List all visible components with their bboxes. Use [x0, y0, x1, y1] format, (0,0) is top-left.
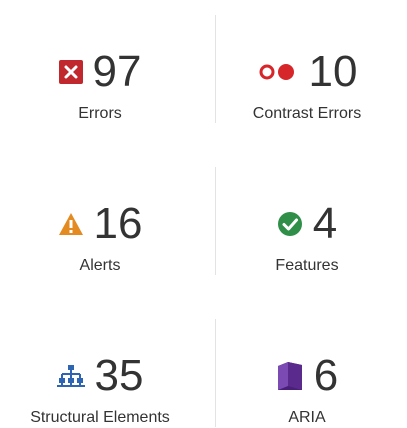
alerts-count: 16 [93, 199, 143, 248]
contrast-errors-count: 10 [308, 47, 358, 96]
features-label: Features [275, 257, 339, 274]
hierarchy-icon [56, 364, 85, 388]
check-circle-icon [277, 211, 303, 237]
summary-grid: 97 Errors 10 Contrast Errors 16 Alerts 4… [0, 0, 407, 428]
structural-elements-summary[interactable]: 35 Structural Elements [0, 352, 200, 428]
aria-summary[interactable]: 6 ARIA [207, 352, 407, 428]
errors-label: Errors [78, 105, 122, 122]
contrast-errors-metric: 10 [207, 48, 407, 96]
contrast-icon [257, 62, 299, 82]
alerts-summary[interactable]: 16 Alerts [0, 200, 200, 276]
alerts-metric: 16 [0, 200, 200, 248]
features-count: 4 [312, 199, 338, 248]
features-summary[interactable]: 4 Features [207, 200, 407, 276]
contrast-errors-summary[interactable]: 10 Contrast Errors [207, 48, 407, 124]
structural-elements-metric: 35 [0, 352, 200, 400]
structural-elements-label: Structural Elements [30, 409, 170, 426]
errors-summary[interactable]: 97 Errors [0, 48, 200, 124]
contrast-errors-label: Contrast Errors [252, 105, 362, 122]
error-x-icon [58, 60, 83, 84]
alert-triangle-icon [58, 212, 84, 236]
aria-cube-icon [276, 361, 304, 391]
errors-metric: 97 [0, 48, 200, 96]
errors-count: 97 [92, 47, 142, 96]
features-metric: 4 [207, 200, 407, 248]
aria-count: 6 [313, 351, 339, 400]
aria-label: ARIA [288, 409, 326, 426]
structural-elements-count: 35 [94, 351, 144, 400]
aria-metric: 6 [207, 352, 407, 400]
alerts-label: Alerts [79, 257, 121, 274]
